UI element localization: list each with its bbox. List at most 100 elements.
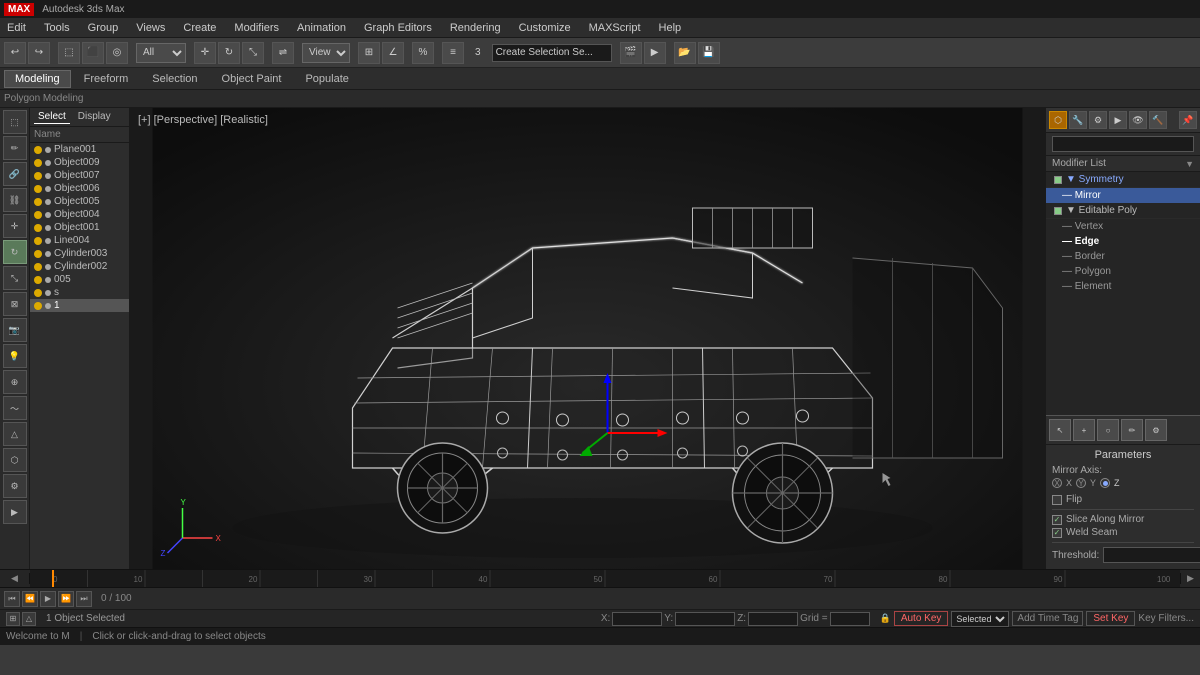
- utilities-panel-icon[interactable]: 🔨: [1149, 111, 1167, 129]
- move-tool[interactable]: ✛: [3, 214, 27, 238]
- helper-tool[interactable]: ⊕: [3, 370, 27, 394]
- angle-snap[interactable]: ∠: [382, 42, 404, 64]
- align-button[interactable]: ≡: [442, 42, 464, 64]
- list-item[interactable]: Cylinder003: [30, 247, 129, 260]
- z-input[interactable]: 51.386: [748, 612, 798, 626]
- select-tool[interactable]: ⬚: [3, 110, 27, 134]
- motion-panel-icon[interactable]: ▶: [1109, 111, 1127, 129]
- element-sub[interactable]: — Element: [1046, 279, 1200, 294]
- y-input[interactable]: 107.392: [675, 612, 735, 626]
- editable-poly-checkbox[interactable]: [1054, 207, 1062, 215]
- tool-settings[interactable]: ⚙: [1145, 419, 1167, 441]
- list-item[interactable]: Object009: [30, 156, 129, 169]
- viewport[interactable]: [+] [Perspective] [Realistic]: [130, 108, 1045, 569]
- snap-toggle[interactable]: ⊞: [358, 42, 380, 64]
- list-item[interactable]: s: [30, 286, 129, 299]
- list-item[interactable]: Object004: [30, 208, 129, 221]
- menu-graph-editors[interactable]: Graph Editors: [361, 22, 435, 34]
- rotate-tool[interactable]: ↻: [3, 240, 27, 264]
- tab-populate[interactable]: Populate: [294, 70, 359, 88]
- space-warp-tool[interactable]: 〜: [3, 396, 27, 420]
- render-button[interactable]: ▶: [644, 42, 666, 64]
- menu-views[interactable]: Views: [133, 22, 168, 34]
- axis-x-radio[interactable]: X: [1052, 478, 1062, 488]
- rotate-button[interactable]: ↻: [218, 42, 240, 64]
- status-icon-2[interactable]: △: [22, 612, 36, 626]
- set-key-button[interactable]: Set Key: [1086, 611, 1135, 626]
- tab-object-paint[interactable]: Object Paint: [211, 70, 293, 88]
- go-start-button[interactable]: ⏮: [4, 591, 20, 607]
- prev-frame-button[interactable]: ⏪: [22, 591, 38, 607]
- geometry-tool[interactable]: ⬡: [3, 448, 27, 472]
- unlink-tool[interactable]: ⛓: [3, 188, 27, 212]
- hierarchy-panel-icon[interactable]: ⚙: [1089, 111, 1107, 129]
- mirror-sub[interactable]: — Mirror: [1046, 188, 1200, 203]
- pin-panel-icon[interactable]: 📌: [1179, 111, 1197, 129]
- scene-tab-display[interactable]: Display: [74, 110, 115, 124]
- tab-selection[interactable]: Selection: [141, 70, 208, 88]
- menu-help[interactable]: Help: [656, 22, 685, 34]
- auto-key-dropdown[interactable]: Selected: [951, 611, 1009, 627]
- shapes-tool[interactable]: △: [3, 422, 27, 446]
- timeline-track[interactable]: 0 10 20 30 40 50 60 70 80 90 100: [30, 570, 1180, 587]
- menu-modifiers[interactable]: Modifiers: [231, 22, 282, 34]
- status-icon-1[interactable]: ⊞: [6, 612, 20, 626]
- list-item[interactable]: Object006: [30, 182, 129, 195]
- mirror-button[interactable]: ⇌: [272, 42, 294, 64]
- list-item[interactable]: Cylinder002: [30, 260, 129, 273]
- next-frame-button[interactable]: ⏩: [58, 591, 74, 607]
- menu-group[interactable]: Group: [85, 22, 122, 34]
- menu-edit[interactable]: Edit: [4, 22, 29, 34]
- redo-button[interactable]: ↪: [28, 42, 50, 64]
- modify-panel-icon[interactable]: 🔧: [1069, 111, 1087, 129]
- select-region-button[interactable]: ⬛: [82, 42, 104, 64]
- axis-z-radio[interactable]: [1100, 478, 1110, 488]
- percent-snap[interactable]: %: [412, 42, 434, 64]
- list-item[interactable]: Object005: [30, 195, 129, 208]
- select-button[interactable]: ⬚: [58, 42, 80, 64]
- list-item[interactable]: Line004: [30, 234, 129, 247]
- grid-input[interactable]: 10.0: [830, 612, 870, 626]
- flip-checkbox[interactable]: [1052, 495, 1062, 505]
- list-item[interactable]: Plane001: [30, 143, 129, 156]
- move-button[interactable]: ✛: [194, 42, 216, 64]
- border-sub[interactable]: — Border: [1046, 249, 1200, 264]
- scale-button[interactable]: ⤡: [242, 42, 264, 64]
- threshold-input[interactable]: 0.1: [1103, 547, 1200, 563]
- tab-modeling[interactable]: Modeling: [4, 70, 71, 88]
- scene-tab-select[interactable]: Select: [34, 110, 70, 124]
- systems-tool[interactable]: ⚙: [3, 474, 27, 498]
- key-filters-button[interactable]: Key Filters...: [1138, 613, 1194, 624]
- open-button[interactable]: 📂: [674, 42, 696, 64]
- squash-tool[interactable]: ⊠: [3, 292, 27, 316]
- symmetry-modifier[interactable]: ▼ Symmetry: [1046, 172, 1200, 188]
- tool-move-vertex[interactable]: +: [1073, 419, 1095, 441]
- list-item[interactable]: Object001: [30, 221, 129, 234]
- view-dropdown[interactable]: View: [302, 43, 350, 63]
- menu-tools[interactable]: Tools: [41, 22, 73, 34]
- menu-rendering[interactable]: Rendering: [447, 22, 504, 34]
- expand-left[interactable]: ▶: [3, 500, 27, 524]
- tool-paint[interactable]: ✏: [1121, 419, 1143, 441]
- save-button[interactable]: 💾: [698, 42, 720, 64]
- add-time-tag-button[interactable]: Add Time Tag: [1012, 611, 1083, 626]
- weld-checkbox[interactable]: ✓: [1052, 528, 1062, 538]
- list-item[interactable]: 1: [30, 299, 129, 312]
- menu-create[interactable]: Create: [180, 22, 219, 34]
- axis-y-radio[interactable]: Y: [1076, 478, 1086, 488]
- tab-freeform[interactable]: Freeform: [73, 70, 140, 88]
- symmetry-checkbox[interactable]: [1054, 176, 1062, 184]
- timeline-scroll-left[interactable]: ◀: [11, 573, 18, 584]
- camera-tool[interactable]: 📷: [3, 318, 27, 342]
- polygon-sub[interactable]: — Polygon: [1046, 264, 1200, 279]
- list-item[interactable]: Object007: [30, 169, 129, 182]
- filter-dropdown[interactable]: All: [136, 43, 186, 63]
- slice-checkbox[interactable]: ✓: [1052, 515, 1062, 525]
- editable-poly-modifier[interactable]: ▼ Editable Poly: [1046, 203, 1200, 219]
- menu-animation[interactable]: Animation: [294, 22, 349, 34]
- display-panel-icon[interactable]: 👁: [1129, 111, 1147, 129]
- lasso-button[interactable]: ◎: [106, 42, 128, 64]
- vertex-sub[interactable]: — Vertex: [1046, 219, 1200, 234]
- scale-tool[interactable]: ⤡: [3, 266, 27, 290]
- modifier-list-arrow[interactable]: ▼: [1185, 159, 1194, 169]
